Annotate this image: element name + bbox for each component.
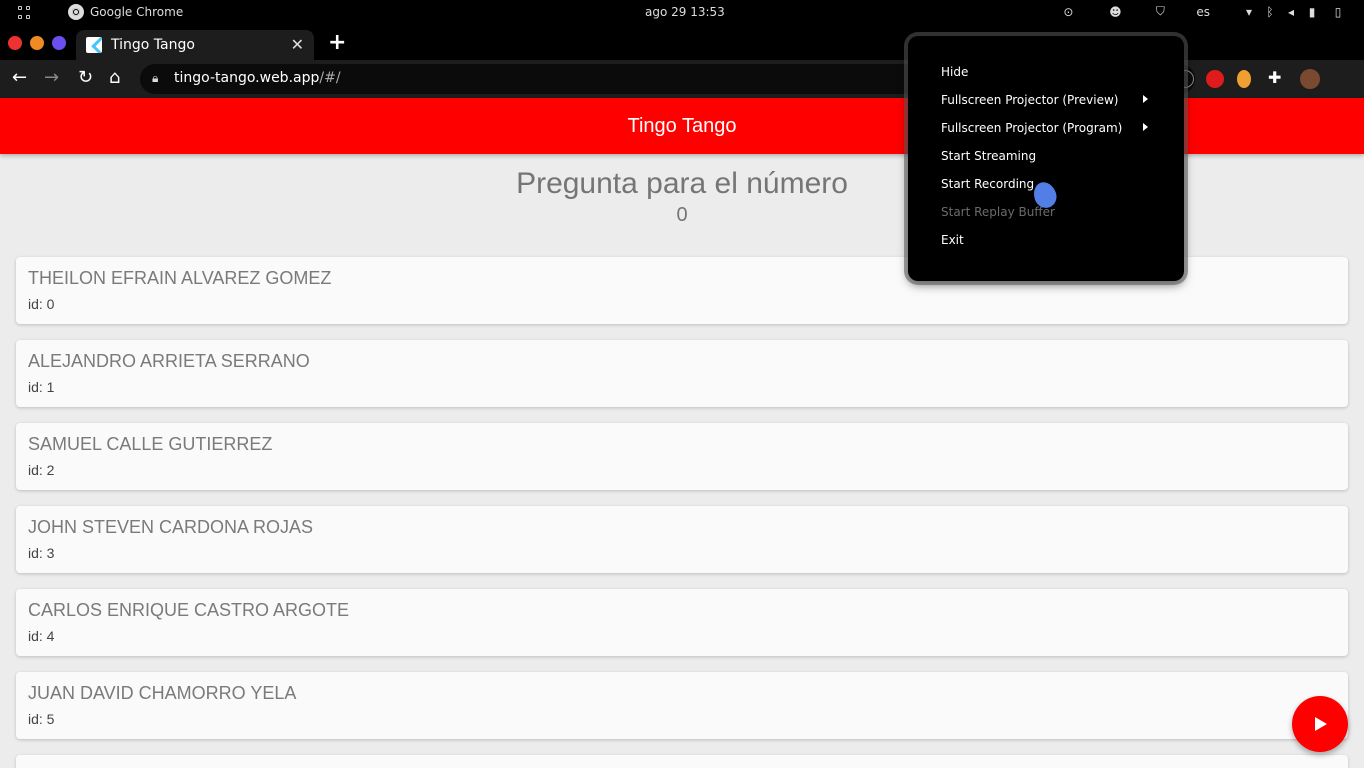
volume-icon[interactable]: ◂ <box>1284 5 1298 19</box>
student-name: CARLOS ENRIQUE CASTRO ARGOTE <box>28 600 350 620</box>
lock-icon[interactable]: 🔒︎ <box>152 71 158 86</box>
student-card[interactable]: CARLOS ENRIQUE CASTRO ARGOTE id: 4 <box>16 589 1348 656</box>
puzzle-extensions-icon[interactable]: ✚ <box>1268 68 1281 87</box>
tray-context-menu: Hide Fullscreen Projector (Preview) Full… <box>908 36 1184 281</box>
url-host: tingo-tango.web.app <box>174 70 320 86</box>
language-indicator[interactable]: es <box>1196 5 1210 19</box>
menu-item-fullscreen-preview[interactable]: Fullscreen Projector (Preview) <box>941 93 1118 107</box>
active-app-indicator[interactable]: Google Chrome <box>68 4 183 20</box>
forward-arrow-icon[interactable]: → <box>44 67 59 88</box>
extension-icon-3[interactable] <box>1237 70 1251 88</box>
system-tray: ⊙ ☻ ⛉ es ▾ ᛒ ◂ ▮ ▯ <box>1060 4 1344 19</box>
discord-icon[interactable]: ☻ <box>1106 5 1124 19</box>
play-button[interactable] <box>1292 696 1348 752</box>
url-path: /#/ <box>319 70 341 86</box>
student-name: JOHN STEVEN CARDONA ROJAS <box>28 517 314 537</box>
url-text[interactable]: tingo-tango.web.app/#/ <box>174 70 341 86</box>
menu-item-start-recording[interactable]: Start Recording <box>941 177 1034 191</box>
home-icon[interactable]: ⌂ <box>109 67 120 88</box>
submenu-arrow-icon <box>1143 123 1148 131</box>
student-id: id: 4 <box>28 628 55 644</box>
profile-avatar[interactable] <box>1300 69 1320 89</box>
submenu-arrow-icon <box>1143 95 1148 103</box>
student-name: THEILON EFRAIN ALVAREZ GOMEZ <box>28 268 332 288</box>
app-title: Tingo Tango <box>627 115 737 137</box>
microphone-icon[interactable]: ▮ <box>1306 5 1318 19</box>
menu-item-fullscreen-program[interactable]: Fullscreen Projector (Program) <box>941 121 1122 135</box>
active-app-name: Google Chrome <box>90 5 184 19</box>
chrome-icon <box>68 4 84 20</box>
student-card[interactable]: ALEJANDRO ARRIETA SERRANO id: 1 <box>16 340 1348 407</box>
tab-close-icon[interactable]: ✕ <box>291 35 304 54</box>
close-window-icon[interactable] <box>8 36 22 50</box>
student-id: id: 5 <box>28 711 55 727</box>
menu-item-hide[interactable]: Hide <box>941 65 968 79</box>
student-id: id: 0 <box>28 296 55 312</box>
shield-icon[interactable]: ⛉ <box>1152 4 1168 19</box>
obs-tray-icon[interactable]: ⊙ <box>1060 5 1076 19</box>
stop-extension-icon[interactable] <box>1206 70 1224 88</box>
window-controls <box>8 36 66 50</box>
student-id: id: 2 <box>28 462 55 478</box>
new-tab-button[interactable]: + <box>328 30 346 55</box>
reload-icon[interactable]: ↻ <box>78 67 93 88</box>
minimize-window-icon[interactable] <box>30 36 44 50</box>
tab-title: Tingo Tango <box>111 37 195 53</box>
student-name: JUAN DAVID CHAMORRO YELA <box>28 683 297 703</box>
maximize-window-icon[interactable] <box>52 36 66 50</box>
student-card[interactable]: JUAN DAVID CHAMORRO YELA id: 5 <box>16 672 1348 739</box>
student-card[interactable]: SAMUEL CALLE GUTIERREZ id: 2 <box>16 423 1348 490</box>
student-name: SAMUEL CALLE GUTIERREZ <box>28 434 273 454</box>
back-arrow-icon[interactable]: ← <box>12 67 27 88</box>
student-id: id: 3 <box>28 545 55 561</box>
system-top-bar: Google Chrome ago 29 13:53 ⊙ ☻ ⛉ es ▾ ᛒ … <box>0 0 1364 26</box>
student-id: id: 1 <box>28 379 55 395</box>
menu-item-start-streaming[interactable]: Start Streaming <box>941 149 1036 163</box>
menu-item-exit[interactable]: Exit <box>941 233 964 247</box>
flutter-favicon-icon <box>86 37 102 53</box>
menu-item-start-replay-buffer: Start Replay Buffer <box>941 205 1055 219</box>
student-card[interactable]: JOHN STEVEN CARDONA ROJAS id: 3 <box>16 506 1348 573</box>
browser-tab[interactable]: Tingo Tango ✕ <box>76 30 314 60</box>
student-card-partial[interactable] <box>16 755 1348 768</box>
student-name: ALEJANDRO ARRIETA SERRANO <box>28 351 310 371</box>
battery-icon[interactable]: ▯ <box>1332 5 1344 19</box>
wifi-icon[interactable]: ▾ <box>1242 5 1256 19</box>
activities-grid-icon[interactable] <box>18 6 32 20</box>
bluetooth-icon[interactable]: ᛒ <box>1264 5 1276 19</box>
system-clock[interactable]: ago 29 13:53 <box>645 5 725 19</box>
